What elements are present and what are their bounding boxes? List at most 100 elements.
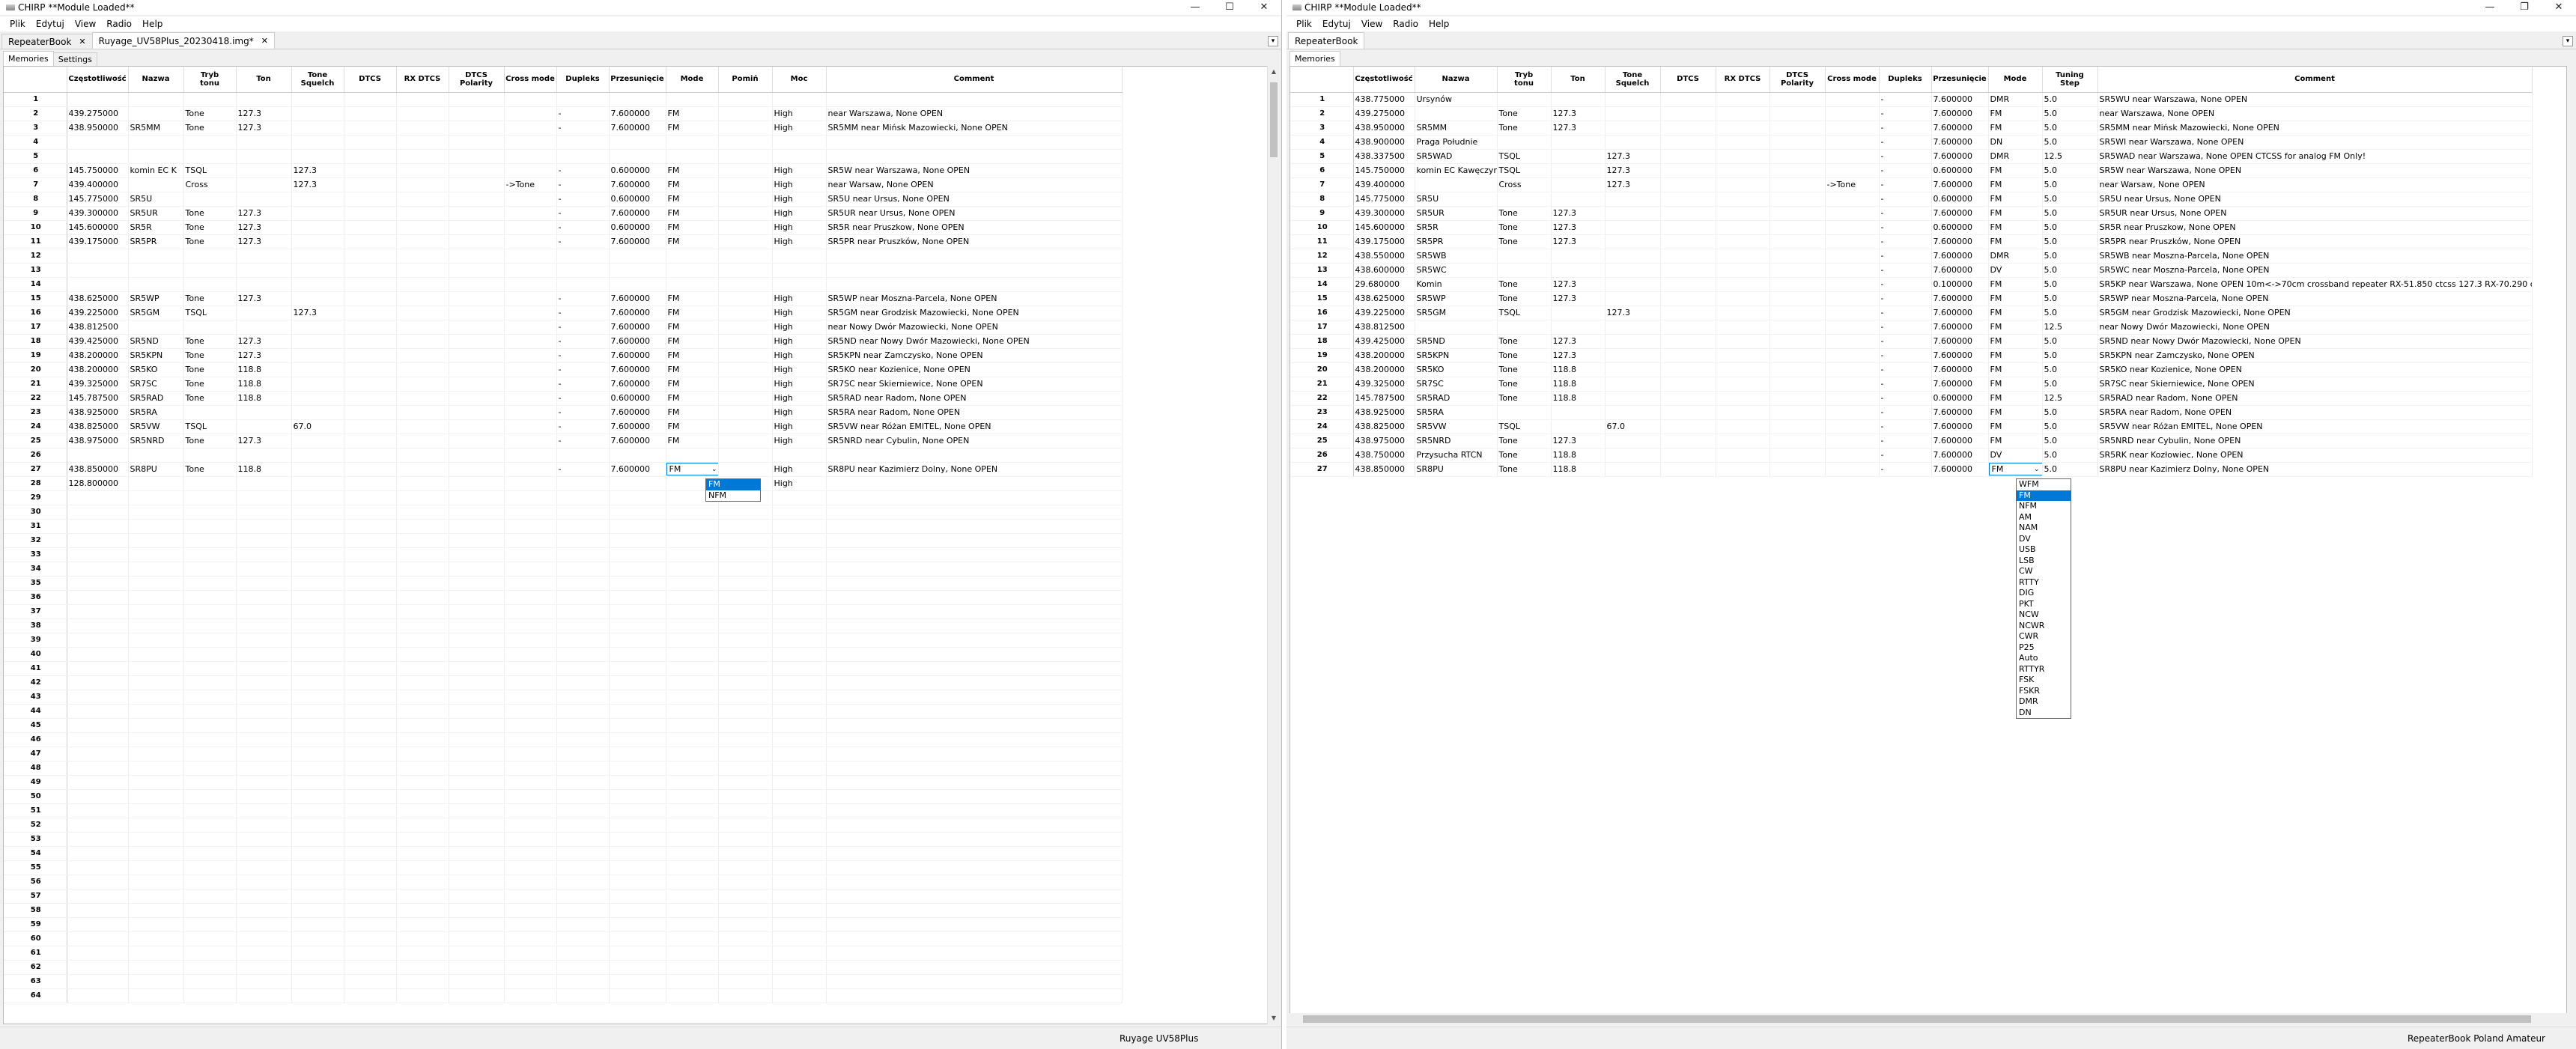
table-cell[interactable]: [718, 562, 773, 577]
table-cell[interactable]: [344, 818, 397, 833]
table-cell[interactable]: [128, 618, 184, 633]
column-header[interactable]: Tone Squelch: [1605, 67, 1661, 93]
table-cell[interactable]: 5.0: [2042, 206, 2098, 221]
table-cell[interactable]: [67, 135, 129, 150]
table-cell[interactable]: [504, 903, 557, 918]
table-cell[interactable]: [236, 277, 292, 292]
table-cell[interactable]: -: [556, 334, 610, 349]
table-cell[interactable]: [67, 704, 129, 719]
table-cell[interactable]: [236, 405, 292, 420]
table-cell[interactable]: [609, 263, 666, 278]
table-row[interactable]: 7 439.400000 Cross 127.3 ->Tone -7.600000 FM Hi…: [4, 177, 1123, 192]
table-cell[interactable]: 127.3: [236, 291, 292, 306]
table-cell[interactable]: [291, 192, 344, 207]
table-cell[interactable]: SR5PR near Pruszków, None OPEN: [2097, 234, 2533, 249]
table-cell[interactable]: [718, 206, 773, 221]
table-cell[interactable]: [67, 448, 129, 463]
table-cell[interactable]: [504, 974, 557, 989]
table-cell[interactable]: [609, 917, 666, 932]
table-cell[interactable]: [504, 860, 557, 875]
table-row[interactable]: 20 438.200000 SR5KO Tone 118.8-7.600000 FM Hig…: [4, 362, 1123, 377]
table-cell[interactable]: SR5UR: [1415, 206, 1498, 221]
table-cell[interactable]: [826, 789, 1123, 804]
table-cell[interactable]: [128, 860, 184, 875]
table-cell[interactable]: 438.950000: [1353, 121, 1415, 136]
table-cell[interactable]: [236, 889, 292, 904]
table-cell[interactable]: [236, 618, 292, 633]
table-cell[interactable]: FM: [1988, 334, 2043, 349]
table-cell[interactable]: [1660, 277, 1716, 292]
table-cell[interactable]: Tone: [183, 362, 237, 377]
table-cell[interactable]: [826, 775, 1123, 790]
table-cell[interactable]: 127.3: [236, 121, 292, 136]
menu-view[interactable]: View: [70, 19, 101, 29]
table-cell[interactable]: [396, 732, 449, 747]
table-row[interactable]: 18 439.425000 SR5ND Tone 127.3-7.600000 FM 5.0…: [1290, 334, 2533, 349]
table-row[interactable]: 48: [4, 761, 1123, 776]
table-row[interactable]: 2 439.275000 Tone 127.3-7.600000 FM High near …: [4, 106, 1123, 121]
column-header[interactable]: Mode: [1988, 67, 2043, 93]
table-cell[interactable]: 439.275000: [67, 106, 129, 121]
table-cell[interactable]: High: [772, 192, 827, 207]
table-cell[interactable]: [236, 448, 292, 463]
table-cell[interactable]: [826, 818, 1123, 833]
table-cell[interactable]: -: [556, 234, 610, 249]
table-cell[interactable]: [556, 249, 610, 264]
table-cell[interactable]: [1825, 405, 1880, 420]
table-cell[interactable]: [128, 789, 184, 804]
table-cell[interactable]: 5.0: [2042, 419, 2098, 434]
table-cell[interactable]: [236, 732, 292, 747]
table-cell[interactable]: [1716, 135, 1770, 150]
table-cell[interactable]: SR7SC: [128, 377, 184, 392]
table-row[interactable]: 3 438.950000 SR5MM Tone 127.3-7.600000 FM High…: [4, 121, 1123, 136]
table-cell[interactable]: 7.600000: [1931, 135, 1989, 150]
table-cell[interactable]: [128, 505, 184, 520]
table-cell[interactable]: DMR: [1988, 92, 2043, 107]
table-cell[interactable]: [291, 875, 344, 890]
table-cell[interactable]: [396, 960, 449, 975]
table-cell[interactable]: [67, 875, 129, 890]
table-cell[interactable]: [449, 732, 505, 747]
column-header[interactable]: Tryb tonu: [1497, 67, 1552, 93]
table-cell[interactable]: [1551, 249, 1606, 264]
table-cell[interactable]: [666, 590, 719, 605]
table-cell[interactable]: [344, 576, 397, 591]
table-cell[interactable]: [556, 576, 610, 591]
table-cell[interactable]: 118.8: [236, 362, 292, 377]
table-cell[interactable]: 0.600000: [1931, 192, 1989, 207]
table-cell[interactable]: [291, 618, 344, 633]
table-cell[interactable]: [67, 818, 129, 833]
table-cell[interactable]: [772, 789, 827, 804]
table-cell[interactable]: [236, 974, 292, 989]
table-cell[interactable]: [504, 576, 557, 591]
table-cell[interactable]: [236, 832, 292, 847]
table-row[interactable]: 62: [4, 960, 1123, 975]
table-cell[interactable]: [826, 490, 1123, 505]
table-cell[interactable]: [128, 832, 184, 847]
table-cell[interactable]: [291, 462, 344, 477]
table-cell[interactable]: [183, 249, 237, 264]
table-cell[interactable]: [504, 121, 557, 136]
table-cell[interactable]: [67, 946, 129, 961]
table-cell[interactable]: 7.600000: [609, 462, 666, 477]
table-cell[interactable]: [291, 931, 344, 946]
table-cell[interactable]: [396, 917, 449, 932]
table-cell[interactable]: [128, 690, 184, 705]
table-cell[interactable]: [609, 747, 666, 761]
table-cell[interactable]: TSQL: [183, 419, 237, 434]
table-cell[interactable]: -: [1879, 177, 1932, 192]
table-cell[interactable]: [291, 448, 344, 463]
table-cell[interactable]: [1770, 220, 1826, 235]
table-cell[interactable]: [291, 946, 344, 961]
table-cell[interactable]: [344, 448, 397, 463]
table-cell[interactable]: 145.750000: [1353, 163, 1415, 178]
table-cell[interactable]: [396, 377, 449, 392]
table-cell[interactable]: [236, 875, 292, 890]
mode-option[interactable]: FM: [2017, 490, 2071, 501]
table-cell[interactable]: -: [1879, 92, 1932, 107]
table-cell[interactable]: [609, 860, 666, 875]
table-cell[interactable]: [128, 988, 184, 1003]
table-cell[interactable]: [183, 277, 237, 292]
table-cell[interactable]: High: [772, 106, 827, 121]
table-cell[interactable]: SR5VW near Różan EMITEL, None OPEN: [826, 419, 1123, 434]
